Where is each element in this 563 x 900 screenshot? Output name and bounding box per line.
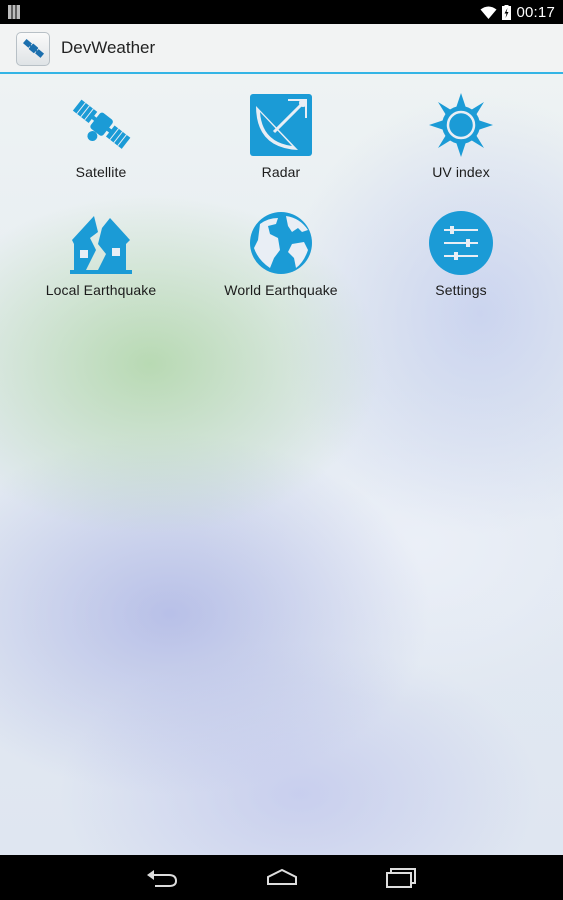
- recent-apps-button[interactable]: [382, 863, 422, 893]
- tile-uv-index[interactable]: UV index: [381, 74, 541, 184]
- globe-icon: [250, 212, 312, 274]
- satellite-icon: [22, 38, 45, 58]
- tile-label: Radar: [261, 164, 301, 180]
- app-icon[interactable]: [16, 32, 50, 66]
- notification-icon: [8, 5, 20, 19]
- wifi-icon: [480, 6, 497, 19]
- app-title: DevWeather: [61, 38, 156, 57]
- satellite-icon: [72, 99, 131, 149]
- tile-label: World Earthquake: [224, 282, 338, 298]
- tile-label: UV index: [432, 164, 490, 180]
- sliders-icon: [429, 211, 493, 275]
- dashboard-grid: Satellite Radar UV index Local Earthquak…: [0, 74, 563, 855]
- home-button[interactable]: [262, 863, 302, 893]
- status-time: 00:17: [516, 3, 555, 21]
- tile-label: Settings: [435, 282, 487, 298]
- status-bar: 00:17: [0, 0, 563, 24]
- broken-house-icon: [70, 216, 132, 274]
- recent-apps-icon: [386, 868, 416, 888]
- sun-icon: [429, 93, 493, 157]
- tile-settings[interactable]: Settings: [381, 192, 541, 302]
- tile-radar[interactable]: Radar: [201, 74, 361, 184]
- tile-satellite[interactable]: Satellite: [21, 74, 181, 184]
- home-icon: [267, 868, 297, 885]
- battery-charging-icon: [502, 4, 512, 20]
- tile-local-earthquake[interactable]: Local Earthquake: [21, 192, 181, 302]
- back-button[interactable]: [142, 863, 182, 893]
- navigation-bar: [0, 855, 563, 900]
- tile-label: Local Earthquake: [45, 282, 157, 298]
- back-icon: [147, 870, 178, 887]
- radar-dish-icon: [250, 94, 312, 156]
- tile-world-earthquake[interactable]: World Earthquake: [201, 192, 361, 302]
- action-bar: DevWeather: [0, 24, 563, 74]
- tile-label: Satellite: [75, 164, 127, 180]
